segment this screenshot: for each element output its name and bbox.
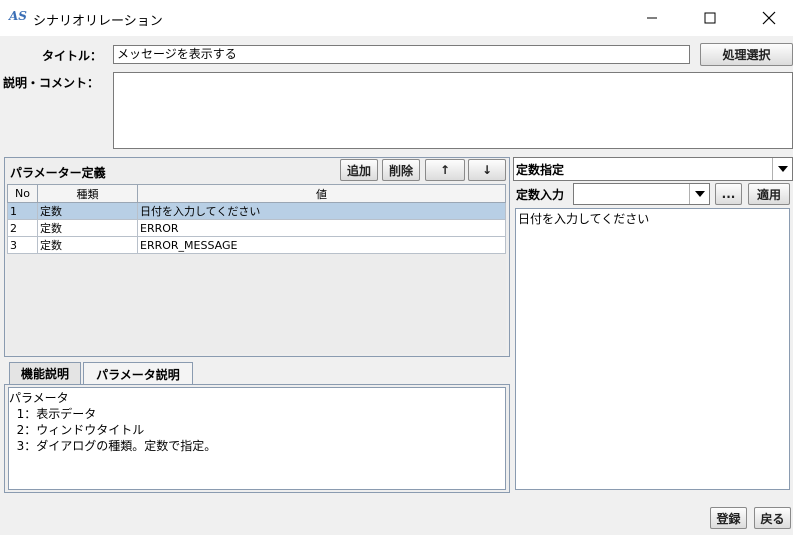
move-down-button[interactable]: ↓	[468, 159, 506, 181]
close-button[interactable]	[746, 0, 792, 36]
cell-no: 3	[7, 236, 38, 254]
description-line: パラメータ	[9, 391, 69, 405]
description-line: 2：ウィンドウタイトル	[9, 423, 145, 437]
chevron-down-icon	[689, 184, 709, 204]
description-line: 3：ダイアログの種類。定数で指定。	[9, 439, 217, 453]
register-button[interactable]: 登録	[710, 507, 747, 529]
process-select-button[interactable]: 処理選択	[700, 43, 793, 66]
cell-value: ERROR	[137, 219, 506, 237]
comment-textarea[interactable]	[113, 72, 793, 149]
title-input[interactable]: メッセージを表示する	[113, 45, 690, 64]
minimize-button[interactable]	[629, 0, 675, 36]
back-button[interactable]: 戻る	[754, 507, 791, 529]
close-icon	[762, 11, 776, 25]
constant-mode-value: 定数指定	[516, 162, 565, 177]
description-tabs: 機能説明 パラメータ説明 パラメータ 1：表示データ 2：ウィンドウタイトル 3…	[4, 362, 510, 493]
cell-kind: 定数	[37, 236, 138, 254]
chevron-down-icon	[772, 158, 792, 180]
tab-function-description[interactable]: 機能説明	[9, 362, 81, 384]
parameter-table-area: No 種類 値 1 定数 日付を入力してください 2 定数 ERROR 3 定数…	[7, 184, 506, 354]
table-row[interactable]: 2 定数 ERROR	[7, 219, 506, 237]
description-line: 1：表示データ	[9, 407, 97, 421]
constant-mode-select[interactable]: 定数指定	[513, 157, 793, 181]
comment-label: 説明・コメント：	[3, 76, 100, 90]
parameter-table: No 種類 値 1 定数 日付を入力してください 2 定数 ERROR 3 定数…	[7, 184, 506, 254]
app-icon: AS	[9, 9, 27, 23]
table-row[interactable]: 3 定数 ERROR_MESSAGE	[7, 236, 506, 254]
cell-kind: 定数	[37, 202, 138, 220]
maximize-icon	[704, 12, 716, 24]
cell-kind: 定数	[37, 219, 138, 237]
cell-no: 2	[7, 219, 38, 237]
tab-content-panel: パラメータ 1：表示データ 2：ウィンドウタイトル 3：ダイアログの種類。定数で…	[4, 384, 510, 493]
parameter-description-text: パラメータ 1：表示データ 2：ウィンドウタイトル 3：ダイアログの種類。定数で…	[8, 387, 506, 490]
ellipsis-button[interactable]: ...	[715, 183, 742, 205]
cell-no: 1	[7, 202, 38, 220]
constant-input-select[interactable]	[573, 183, 710, 205]
move-up-button[interactable]: ↑	[425, 159, 465, 181]
maximize-button[interactable]	[687, 0, 733, 36]
column-header-kind[interactable]: 種類	[37, 184, 138, 203]
cell-value: 日付を入力してください	[137, 202, 506, 220]
constant-input-label: 定数入力	[516, 188, 565, 202]
window-title: シナリオリレーション	[33, 14, 163, 29]
table-row[interactable]: 1 定数 日付を入力してください	[7, 202, 506, 220]
title-label: タイトル：	[42, 49, 103, 63]
column-header-no[interactable]: No	[7, 184, 38, 203]
parameter-panel-title: パラメーター定義	[10, 166, 106, 180]
delete-button[interactable]: 削除	[382, 159, 420, 181]
apply-button[interactable]: 適用	[748, 183, 790, 205]
constant-content-textarea[interactable]: 日付を入力してください	[515, 208, 790, 490]
add-button[interactable]: 追加	[340, 159, 378, 181]
minimize-icon	[647, 17, 657, 19]
column-header-value[interactable]: 値	[137, 184, 506, 203]
tab-parameter-description[interactable]: パラメータ説明	[83, 362, 193, 385]
cell-value: ERROR_MESSAGE	[137, 236, 506, 254]
